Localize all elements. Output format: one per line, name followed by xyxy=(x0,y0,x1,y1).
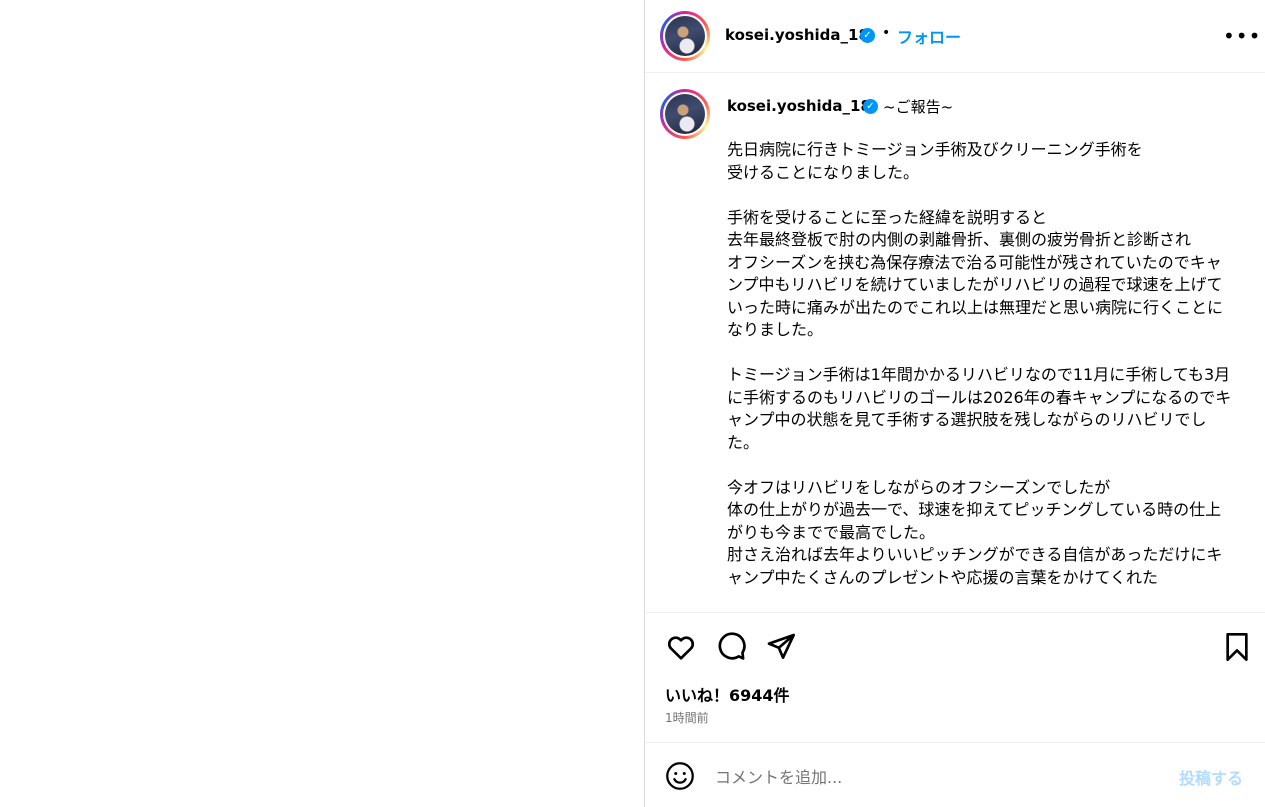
caption-area[interactable]: kosei.yoshida_18 ✓ ~ご報告~ 先日病院に行きトミージョン手術… xyxy=(645,73,1265,612)
caption-gap xyxy=(727,454,1237,477)
post-time[interactable]: 1時間前 xyxy=(665,709,709,726)
caption-line: 去年最終登板で肘の内側の剥離骨折、裏側の疲労骨折と診断され xyxy=(727,230,1192,249)
verified-icon: ✓ xyxy=(860,28,875,43)
caption-line: 今オフはリハビリをしながらのオフシーズンでしたが xyxy=(727,477,1111,497)
verified-icon: ✓ xyxy=(863,99,878,114)
caption-avatar[interactable] xyxy=(660,89,710,139)
caption-line: 肘さえ治れば去年よりいいピッチングができる自信があっただけにキャンプ中たくさんの… xyxy=(727,545,1223,587)
separator-dot: • xyxy=(882,25,891,41)
bookmark-icon[interactable] xyxy=(1221,631,1253,663)
emoji-icon[interactable] xyxy=(665,761,695,791)
post-header: kosei.yoshida_18 ✓ • フォロー ••• xyxy=(645,0,1265,73)
header-username[interactable]: kosei.yoshida_18 xyxy=(725,26,869,44)
caption-line: 体の仕上がりが過去一で、球速を抑えてピッチングしている時の仕上がりも今までで最高… xyxy=(727,500,1222,542)
comment-input[interactable] xyxy=(713,763,1167,791)
action-bar: いいね！6944件 1時間前 xyxy=(645,612,1265,742)
caption-line: 受けることになりました。 xyxy=(727,162,920,182)
caption-line: オフシーズンを挟む為保存療法で治る可能性が残されていたのでキャンプ中もリハビリを… xyxy=(727,252,1224,340)
heart-icon[interactable] xyxy=(665,631,697,663)
media-area xyxy=(0,0,644,807)
share-icon[interactable] xyxy=(765,631,797,663)
comment-bar: 投稿する xyxy=(645,742,1265,807)
post-button[interactable]: 投稿する xyxy=(1179,765,1243,789)
avatar[interactable] xyxy=(660,11,710,61)
caption-line: 先日病院に行きトミージョン手術及びクリーニング手術を xyxy=(727,140,1143,159)
like-count[interactable]: いいね！6944件 xyxy=(665,682,790,706)
post-panel: kosei.yoshida_18 ✓ • フォロー ••• kosei.yosh… xyxy=(644,0,1265,807)
caption-title: ~ご報告~ xyxy=(883,98,954,116)
caption-line: トミージョン手術は1年間かかるリハビリなので11月に手術しても3月に手術するのも… xyxy=(727,365,1232,452)
caption-body: 先日病院に行きトミージョン手術及びクリーニング手術を 受けることになりました。 … xyxy=(727,139,1237,589)
caption-line: 手術を受けることに至った経緯を説明すると xyxy=(727,207,1048,227)
caption-gap xyxy=(727,342,1237,365)
caption-username[interactable]: kosei.yoshida_18 xyxy=(727,97,871,115)
follow-button[interactable]: フォロー xyxy=(897,24,961,48)
caption-gap xyxy=(727,184,1237,207)
comment-icon[interactable] xyxy=(715,631,747,663)
more-icon[interactable]: ••• xyxy=(1223,24,1261,48)
